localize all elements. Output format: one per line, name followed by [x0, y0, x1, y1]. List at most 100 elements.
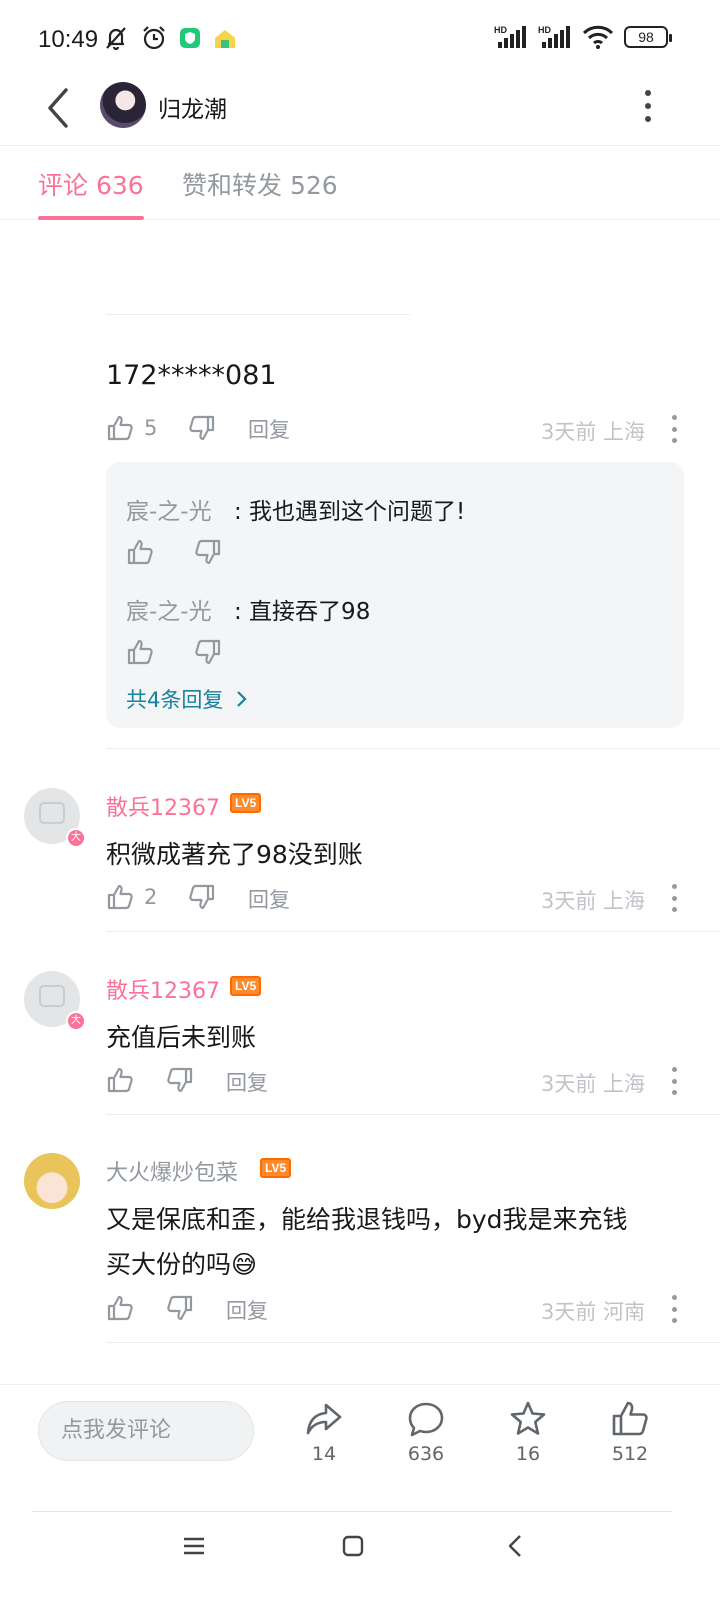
share-icon [306, 1403, 342, 1435]
nav-back-button[interactable] [495, 1526, 535, 1566]
comment-more-button[interactable] [670, 415, 678, 443]
dislike-button[interactable] [188, 414, 216, 442]
thumb-up-icon [107, 1067, 133, 1093]
level-badge: LV5 [260, 1158, 292, 1178]
like-video-button[interactable]: 512 [594, 1399, 666, 1465]
divider [106, 931, 720, 932]
svg-text:HD: HD [494, 25, 507, 35]
reply-like-button[interactable] [126, 538, 154, 566]
view-all-replies-link[interactable]: 共4条回复 [126, 684, 251, 714]
reply-like-button[interactable] [126, 638, 154, 666]
header: 归龙潮 [0, 80, 720, 146]
nav-home-button[interactable] [333, 1526, 373, 1566]
level-badge: LV5 [230, 793, 262, 813]
page-title[interactable]: 归龙潮 [158, 90, 227, 124]
signal-hd-icon: HD [494, 25, 526, 48]
commenter-name[interactable]: 散兵12367 [106, 973, 220, 1005]
thumb-down-icon [195, 639, 221, 665]
status-bar: 10:49 HD HD 98 [0, 0, 720, 80]
comment-input[interactable]: 点我发评论 [38, 1401, 254, 1461]
nav-menu-button[interactable] [174, 1526, 214, 1566]
more-options-button[interactable] [636, 86, 660, 126]
home-app-icon [215, 30, 235, 48]
tab-comments[interactable]: 评论 636 [38, 166, 144, 202]
comment-count: 636 [407, 1443, 445, 1465]
thumb-up-icon [107, 1295, 133, 1321]
reply-text: : 我也遇到这个问题了! [234, 499, 466, 525]
comment-bubble-icon [408, 1402, 444, 1437]
star-icon [510, 1401, 546, 1435]
mute-bell-icon [106, 27, 126, 51]
comment-more-button[interactable] [670, 884, 678, 912]
security-shield-icon [180, 28, 200, 48]
uploader-avatar[interactable] [100, 82, 146, 128]
thumb-down-icon [189, 415, 215, 441]
like-button[interactable] [106, 1066, 134, 1094]
commenter-avatar[interactable] [24, 1153, 80, 1209]
share-count: 14 [311, 1443, 337, 1465]
alarm-clock-icon [143, 26, 165, 50]
system-nav-bar [0, 1512, 720, 1600]
comment-text-line-1: 又是保底和歪，能给我退钱吗，byd我是来充钱 [106, 1205, 628, 1234]
reply-button[interactable]: 回复 [248, 414, 290, 444]
back-triangle-icon [508, 1535, 521, 1557]
reply-author[interactable]: 宸-之-光 [126, 492, 212, 526]
dislike-button[interactable] [188, 883, 216, 911]
thumb-down-icon [189, 884, 215, 910]
comment-time-location: 3天前 上海 [541, 1072, 646, 1096]
like-button[interactable]: 5 [106, 414, 157, 442]
commenter-avatar[interactable]: 大 [24, 788, 86, 848]
dislike-button[interactable] [166, 1294, 194, 1322]
back-arrow-icon [48, 88, 68, 128]
reply-button[interactable]: 回复 [226, 1067, 268, 1097]
reply-button[interactable]: 回复 [248, 884, 290, 914]
reply-button[interactable]: 回复 [226, 1295, 268, 1325]
comment-button[interactable]: 636 [390, 1399, 462, 1465]
comment-time-location: 3天前 上海 [541, 420, 646, 444]
commenter-avatar[interactable]: 大 [24, 971, 86, 1031]
reply-author[interactable]: 宸-之-光 [126, 592, 212, 626]
commenter-name[interactable]: 大火爆炒包菜 [106, 1155, 238, 1187]
comment-text-line-2: 买大份的吗😅 [106, 1250, 258, 1279]
dislike-button[interactable] [166, 1066, 194, 1094]
comment-more-button[interactable] [670, 1067, 678, 1095]
tab-likes-shares[interactable]: 赞和转发 526 [182, 166, 338, 202]
wifi-icon [582, 25, 614, 49]
divider [106, 748, 720, 749]
chevron-right-icon [237, 691, 247, 707]
favorite-count: 16 [515, 1443, 541, 1465]
reply-text: : 直接吞了98 [234, 599, 371, 625]
thumb-down-icon [167, 1295, 193, 1321]
level-badge: LV5 [230, 976, 262, 996]
status-time: 10:49 [38, 26, 99, 53]
back-button[interactable] [38, 84, 82, 132]
divider [106, 1114, 720, 1115]
menu-icon [184, 1537, 204, 1555]
like-button[interactable]: 2 [106, 883, 157, 911]
divider [106, 1342, 720, 1343]
home-square-icon [342, 1535, 364, 1557]
signal-hd-icon-2: HD [538, 25, 570, 48]
bottom-action-bar: 点我发评论 14 636 16 512 [0, 1384, 720, 1512]
thumb-up-icon [107, 884, 133, 910]
commenter-name[interactable]: 散兵12367 [106, 790, 220, 822]
like-count: 512 [611, 1443, 649, 1465]
status-notification-icons [102, 24, 238, 52]
svg-text:HD: HD [538, 25, 551, 35]
comment-text: 积微成著充了98没到账 [106, 840, 363, 869]
comment-more-button[interactable] [670, 1295, 678, 1323]
battery-indicator: 98 [624, 26, 672, 48]
favorite-button[interactable]: 16 [492, 1399, 564, 1465]
like-button[interactable] [106, 1294, 134, 1322]
reply-dislike-button[interactable] [194, 638, 222, 666]
thumb-up-icon [107, 415, 133, 441]
share-button[interactable]: 14 [288, 1399, 360, 1465]
comment-time-location: 3天前 河南 [541, 1300, 646, 1324]
tab-bar: 评论 636 赞和转发 526 [0, 146, 720, 220]
reply-preview-box[interactable]: 宸-之-光 : 我也遇到这个问题了! 宸-之-光 : 直接吞了98 共4条回复 [106, 462, 684, 728]
divider [106, 314, 410, 315]
thumb-down-icon [167, 1067, 193, 1093]
like-count: 5 [144, 416, 158, 440]
comment-text: 172*****081 [106, 360, 277, 391]
reply-dislike-button[interactable] [194, 538, 222, 566]
